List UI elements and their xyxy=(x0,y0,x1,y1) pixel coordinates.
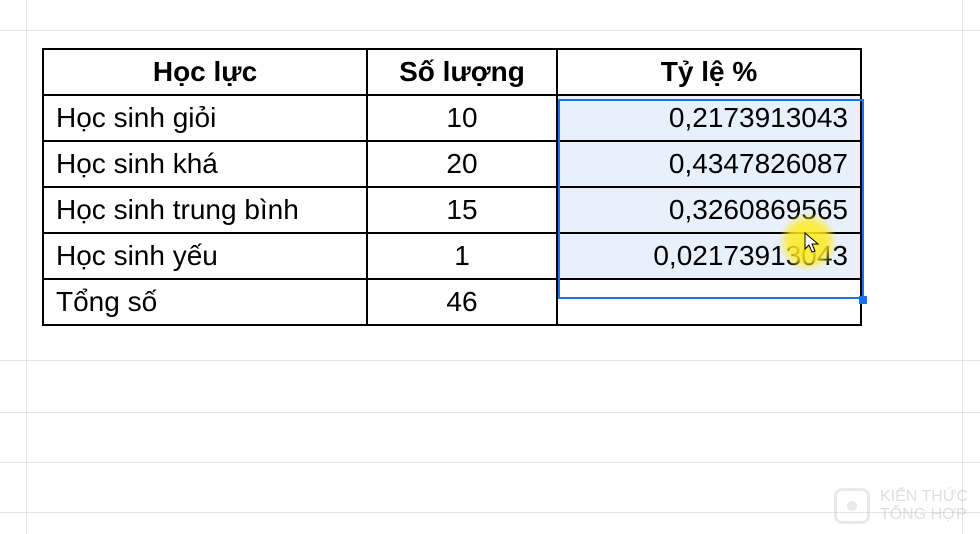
table-row[interactable]: Học sinh giỏi 10 0,2173913043 xyxy=(43,95,861,141)
table-row[interactable]: Học sinh trung bình 15 0,3260869565 xyxy=(43,187,861,233)
table-row[interactable]: Học sinh yếu 1 0,02173913043 xyxy=(43,233,861,279)
cell-category[interactable]: Học sinh giỏi xyxy=(43,95,367,141)
table-row[interactable]: Học sinh khá 20 0,4347826087 xyxy=(43,141,861,187)
cell-quantity[interactable]: 10 xyxy=(367,95,557,141)
table-total-row[interactable]: Tổng số 46 xyxy=(43,279,861,325)
cell-percent[interactable]: 0,3260869565 xyxy=(557,187,861,233)
cell-total-label[interactable]: Tổng số xyxy=(43,279,367,325)
cell-percent[interactable]: 0,2173913043 xyxy=(557,95,861,141)
watermark: KIẾN THỨC TỔNG HỢP xyxy=(834,488,968,524)
cell-percent[interactable]: 0,02173913043 xyxy=(557,233,861,279)
cell-category[interactable]: Học sinh khá xyxy=(43,141,367,187)
watermark-line1: KIẾN THỨC xyxy=(880,488,968,506)
cell-quantity[interactable]: 20 xyxy=(367,141,557,187)
header-percent[interactable]: Tỷ lệ % xyxy=(557,49,861,95)
data-table-container[interactable]: Học lực Số lượng Tỷ lệ % Học sinh giỏi 1… xyxy=(42,48,862,326)
watermark-logo-icon xyxy=(834,488,870,524)
cell-category[interactable]: Học sinh yếu xyxy=(43,233,367,279)
cell-quantity[interactable]: 15 xyxy=(367,187,557,233)
cell-percent[interactable]: 0,4347826087 xyxy=(557,141,861,187)
header-quantity[interactable]: Số lượng xyxy=(367,49,557,95)
watermark-line2: TỔNG HỢP xyxy=(880,506,968,524)
table-header-row[interactable]: Học lực Số lượng Tỷ lệ % xyxy=(43,49,861,95)
cell-category[interactable]: Học sinh trung bình xyxy=(43,187,367,233)
header-category[interactable]: Học lực xyxy=(43,49,367,95)
data-table[interactable]: Học lực Số lượng Tỷ lệ % Học sinh giỏi 1… xyxy=(42,48,862,326)
cell-quantity[interactable]: 1 xyxy=(367,233,557,279)
cell-total-percent[interactable] xyxy=(557,279,861,325)
cell-total-quantity[interactable]: 46 xyxy=(367,279,557,325)
